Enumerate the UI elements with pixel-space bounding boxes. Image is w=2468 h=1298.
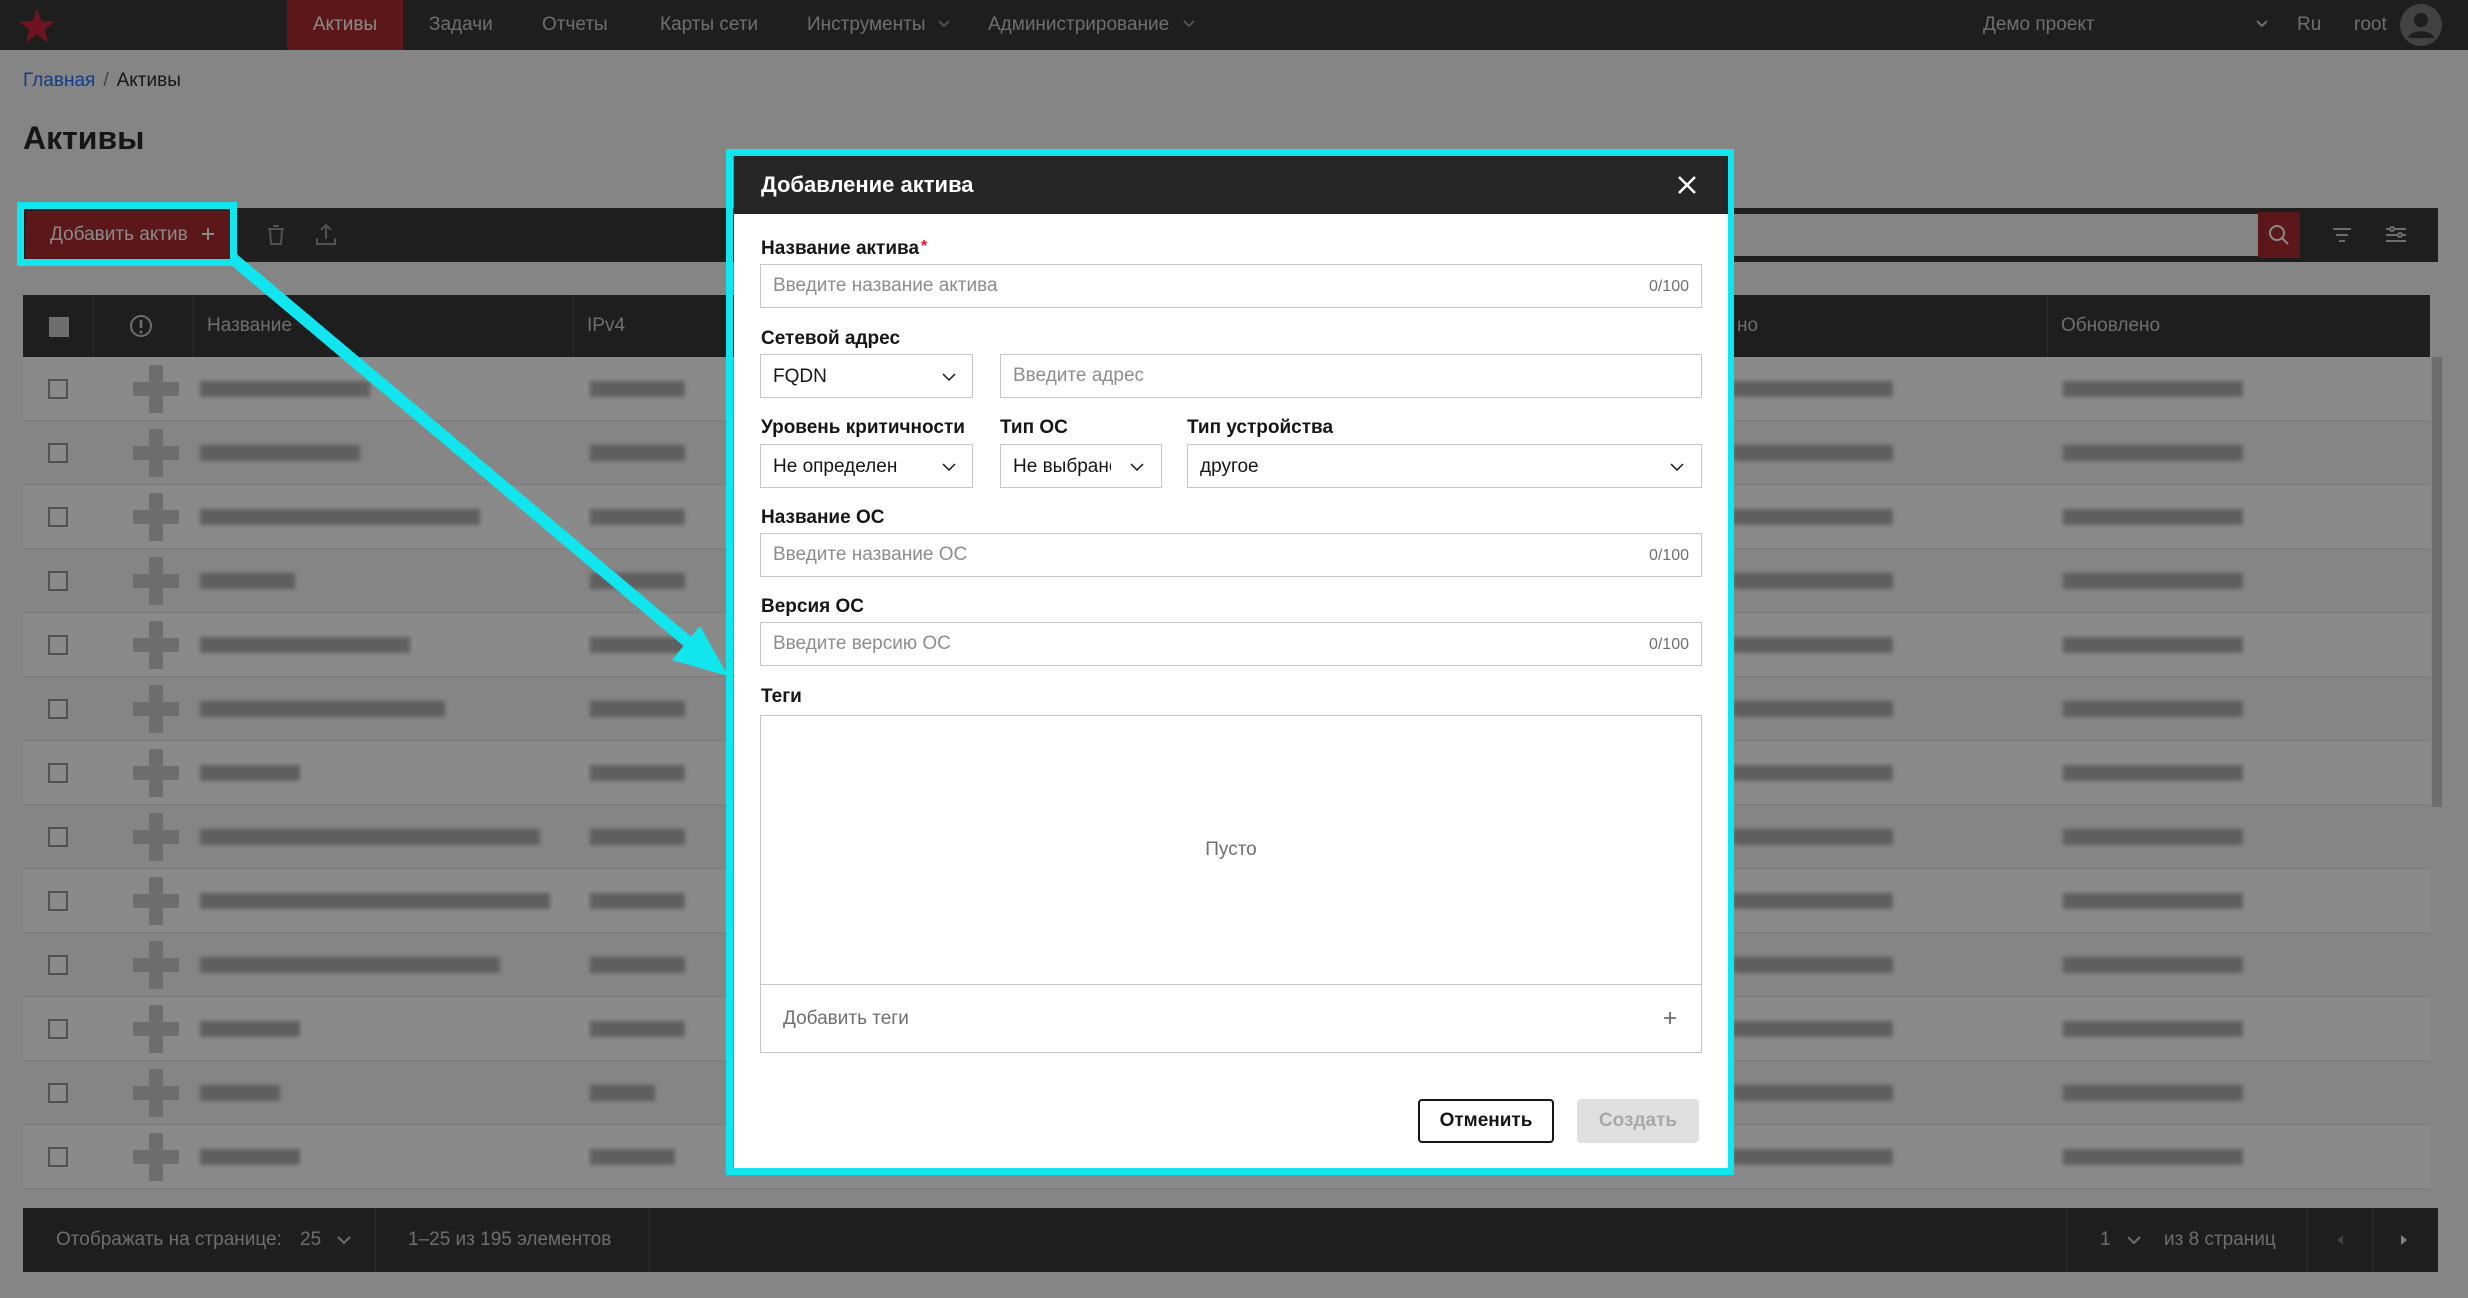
os-type-value: Не выбрано bbox=[1013, 456, 1111, 477]
add-tags-label: Добавить теги bbox=[783, 1008, 909, 1029]
os-version-counter: 0/100 bbox=[1648, 636, 1689, 653]
os-type-label: Тип ОС bbox=[1000, 417, 1068, 438]
tags-list: Пусто Добавить теги bbox=[760, 715, 1702, 1053]
chevron-down-icon bbox=[1130, 463, 1144, 472]
criticality-label: Уровень критичности bbox=[761, 417, 965, 438]
device-type-label: Тип устройства bbox=[1187, 417, 1334, 438]
asset-name-label: Название актива * bbox=[761, 238, 927, 260]
os-name-input[interactable] bbox=[761, 534, 1701, 576]
asset-name-field[interactable]: 0/100 bbox=[760, 264, 1702, 308]
criticality-value: Не определен bbox=[773, 456, 898, 477]
tags-label: Теги bbox=[761, 686, 802, 707]
address-type-value: FQDN bbox=[773, 366, 827, 387]
address-field[interactable] bbox=[1000, 354, 1702, 398]
device-type-value: другое bbox=[1200, 456, 1259, 477]
create-button[interactable]: Создать bbox=[1577, 1099, 1699, 1143]
os-version-input[interactable] bbox=[761, 623, 1701, 665]
criticality-select[interactable]: Не определен bbox=[760, 444, 973, 488]
modal-title: Добавление актива bbox=[761, 172, 974, 197]
asset-name-input[interactable] bbox=[761, 265, 1701, 307]
os-version-label: Версия ОС bbox=[761, 596, 865, 617]
modal-header: Добавление актива bbox=[734, 156, 1728, 214]
address-input[interactable] bbox=[1001, 355, 1701, 397]
chevron-down-icon bbox=[1670, 463, 1684, 472]
add-tags-row[interactable]: Добавить теги bbox=[761, 984, 1701, 1052]
close-icon[interactable] bbox=[1674, 172, 1700, 198]
plus-icon[interactable] bbox=[1661, 1009, 1679, 1027]
network-address-label: Сетевой адрес bbox=[761, 328, 901, 349]
chevron-down-icon bbox=[942, 373, 956, 382]
add-asset-modal: Добавление актива Название актива* 0/100… bbox=[734, 156, 1728, 1168]
asset-name-counter: 0/100 bbox=[1648, 278, 1689, 295]
device-type-select[interactable]: другое bbox=[1187, 444, 1702, 488]
os-version-field[interactable]: 0/100 bbox=[760, 622, 1702, 666]
asset-name-label-text: Название актива bbox=[761, 238, 920, 259]
os-name-label: Название ОС bbox=[761, 507, 885, 528]
os-type-select[interactable]: Не выбрано bbox=[1000, 444, 1162, 488]
tags-empty-text: Пусто bbox=[1205, 839, 1257, 860]
cancel-button[interactable]: Отменить bbox=[1418, 1099, 1554, 1143]
chevron-down-icon bbox=[942, 463, 956, 472]
required-mark: * bbox=[921, 238, 928, 255]
address-type-select[interactable]: FQDN bbox=[760, 354, 973, 398]
os-name-field[interactable]: 0/100 bbox=[760, 533, 1702, 577]
os-name-counter: 0/100 bbox=[1648, 547, 1689, 564]
